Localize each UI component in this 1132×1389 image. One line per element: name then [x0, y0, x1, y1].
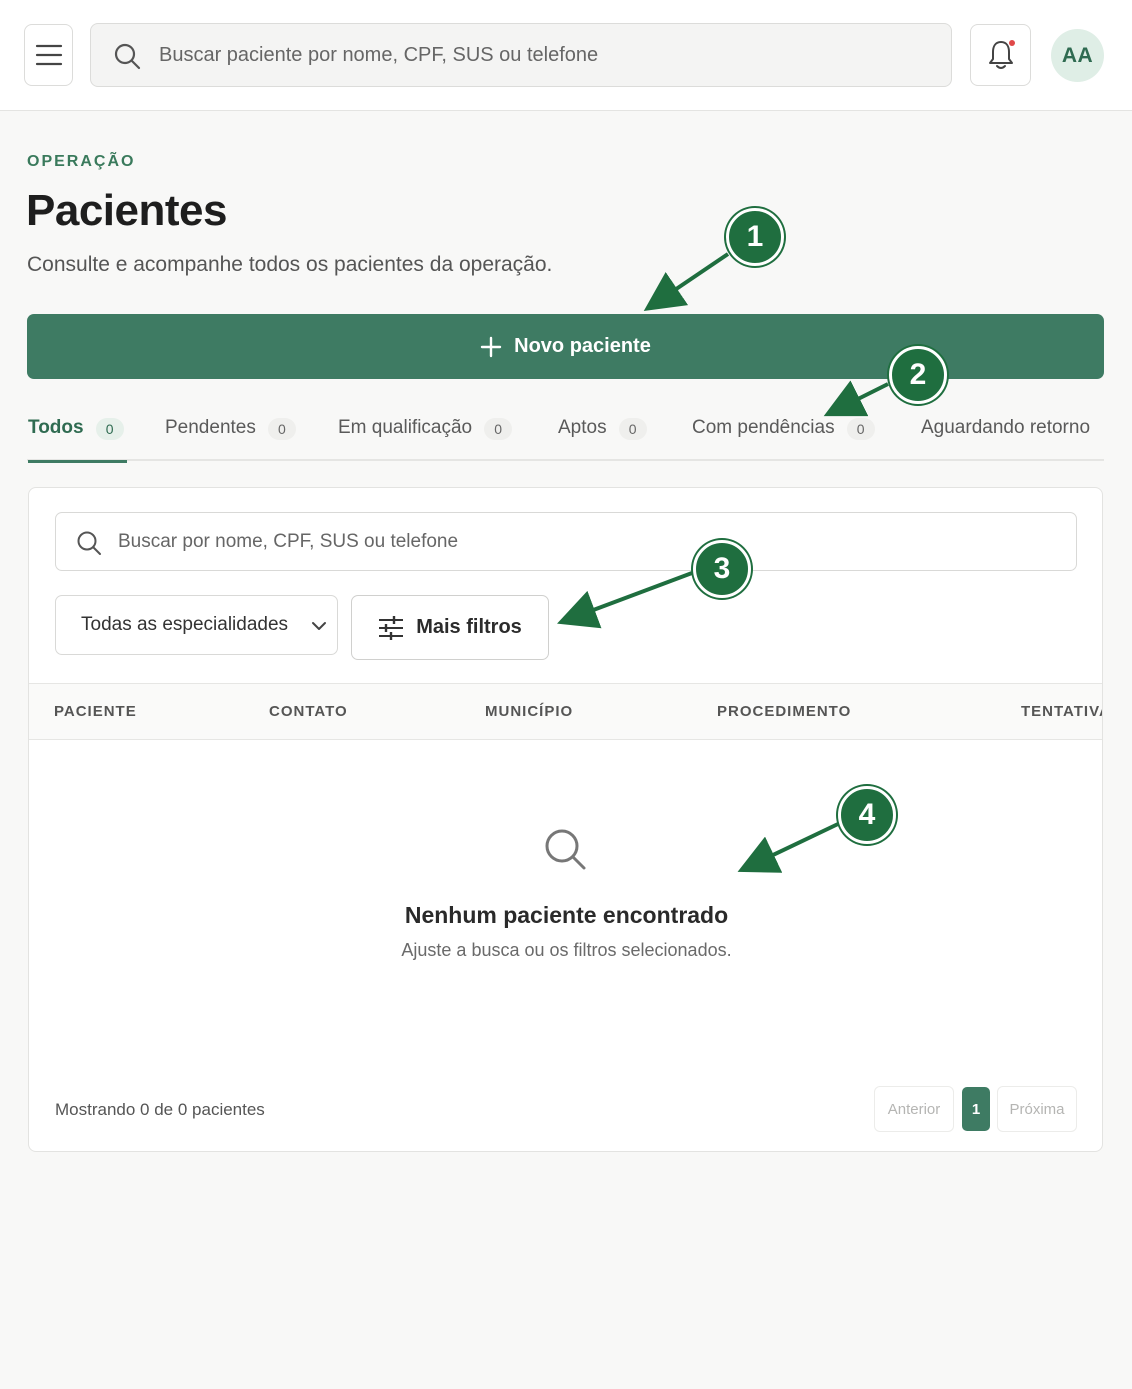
status-tabs: Todos 0 Pendentes 0 Em qualificação 0 Ap…	[27, 405, 1104, 463]
column-header-municipio[interactable]: MUNICÍPIO	[485, 703, 573, 720]
menu-button[interactable]	[24, 24, 73, 86]
tab-count-badge: 0	[618, 418, 647, 440]
tab-label: Com pendências	[692, 417, 835, 438]
column-header-contato[interactable]: CONTATO	[269, 703, 348, 720]
tab-aguardando-retorno[interactable]: Aguardando retorno	[921, 405, 1090, 461]
tab-todos[interactable]: Todos 0	[28, 405, 127, 463]
tab-label: Aguardando retorno	[921, 417, 1091, 438]
results-count: Mostrando 0 de 0 pacientes	[55, 1100, 265, 1119]
column-header-procedimento[interactable]: PROCEDIMENTO	[717, 703, 851, 720]
tab-label: Pendentes	[165, 417, 256, 438]
column-header-paciente[interactable]: PACIENTE	[54, 703, 137, 720]
tab-em-qualificacao[interactable]: Em qualificação 0	[338, 405, 513, 461]
tab-com-pendencias[interactable]: Com pendências 0	[692, 405, 875, 461]
specialty-select[interactable]: Todas as especialidades	[55, 595, 338, 655]
notification-dot	[1009, 40, 1015, 46]
tab-pendentes[interactable]: Pendentes 0	[165, 405, 296, 461]
tab-aptos[interactable]: Aptos 0	[558, 405, 647, 461]
patients-search[interactable]	[55, 512, 1077, 571]
search-icon	[114, 43, 141, 70]
tab-label: Aptos	[558, 417, 607, 438]
empty-state-title: Nenhum paciente encontrado	[404, 902, 729, 928]
table-header: PACIENTE CONTATO MUNICÍPIO PROCEDIMENTO …	[29, 683, 1102, 740]
search-icon	[545, 829, 586, 870]
patients-card: Todas as especialidades Mais filtros PAC…	[28, 487, 1103, 1152]
section-eyebrow: OPERAÇÃO	[27, 153, 136, 170]
column-header-tentativa[interactable]: TENTATIVA	[1021, 703, 1102, 720]
callout-badge-2: 2	[889, 346, 947, 404]
tab-count-badge: 0	[484, 418, 513, 440]
patients-search-input[interactable]	[118, 513, 1058, 570]
search-icon	[77, 531, 101, 555]
global-search[interactable]	[90, 23, 952, 87]
tab-count-badge: 0	[267, 418, 296, 440]
notifications-button[interactable]	[970, 24, 1031, 86]
plus-icon	[480, 336, 502, 357]
page-subtitle: Consulte e acompanhe todos os pacientes …	[27, 253, 553, 276]
chevron-down-icon	[312, 622, 326, 630]
top-bar: AA	[0, 0, 1132, 111]
callout-badge-3: 3	[693, 540, 751, 598]
global-search-input[interactable]	[159, 24, 929, 86]
more-filters-button[interactable]: Mais filtros	[351, 595, 549, 660]
tab-count-badge: 0	[846, 418, 875, 440]
tab-count-badge: 0	[95, 418, 124, 440]
next-page-button[interactable]: Próxima	[997, 1086, 1077, 1132]
tab-label: Todos	[28, 417, 84, 438]
callout-badge-4: 4	[838, 786, 896, 844]
user-avatar[interactable]: AA	[1051, 29, 1104, 82]
hamburger-icon	[35, 44, 62, 66]
callout-badge-1: 1	[726, 208, 784, 266]
current-page-button[interactable]: 1	[962, 1087, 990, 1131]
new-patient-label: Novo paciente	[514, 335, 651, 357]
page-title: Pacientes	[26, 186, 227, 235]
more-filters-label: Mais filtros	[416, 616, 522, 638]
specialty-select-value: Todas as especialidades	[81, 614, 289, 635]
sliders-icon	[379, 615, 404, 640]
tab-label: Em qualificação	[338, 417, 473, 438]
empty-state-subtitle: Ajuste a busca ou os filtros selecionado…	[401, 940, 732, 960]
callout-arrow-1	[643, 252, 730, 311]
prev-page-button[interactable]: Anterior	[874, 1086, 954, 1132]
